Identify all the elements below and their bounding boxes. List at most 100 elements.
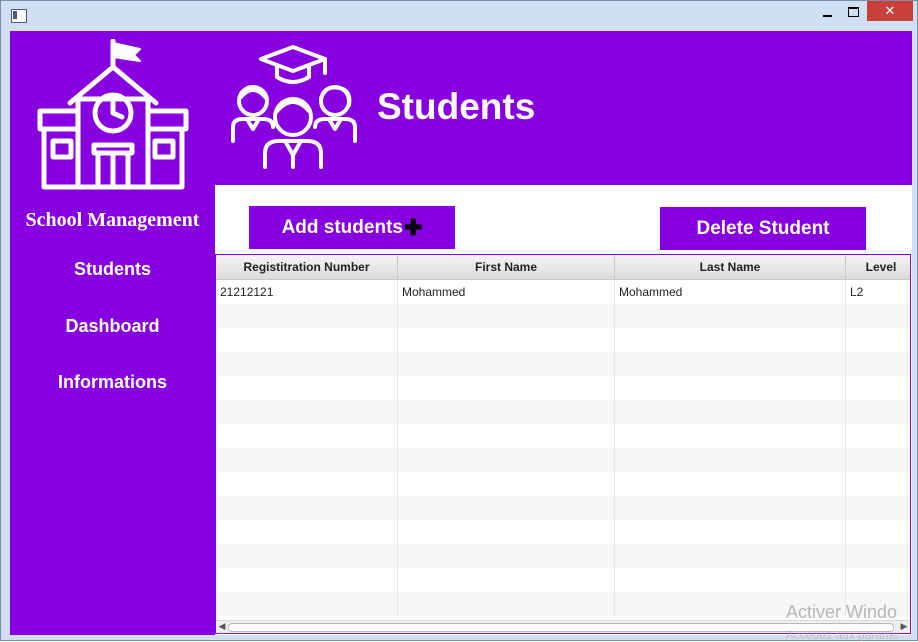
minimize-button[interactable]: [813, 1, 841, 23]
table-cell: [615, 352, 846, 376]
table-row-empty[interactable]: [216, 568, 910, 592]
table-cell: L2: [846, 280, 910, 304]
table-row-empty[interactable]: [216, 472, 910, 496]
header-banner: Students: [215, 31, 912, 185]
table-cell: [216, 496, 398, 520]
add-students-button[interactable]: Add students ✚: [249, 206, 455, 249]
table-cell: [216, 376, 398, 400]
sidebar: School Management Students Dashboard Inf…: [10, 31, 215, 635]
add-students-label: Add students: [281, 216, 403, 238]
table-row-empty[interactable]: [216, 376, 910, 400]
table-cell: [398, 328, 615, 352]
table-cell: [216, 400, 398, 424]
table-cell: [615, 376, 846, 400]
app-window: ✕ School Management Students Dashboard I…: [0, 0, 918, 641]
table-cell: [615, 520, 846, 544]
table-cell: [846, 424, 910, 448]
table-cell: [398, 352, 615, 376]
close-button[interactable]: ✕: [867, 1, 913, 21]
scroll-left-icon[interactable]: ◀: [216, 621, 228, 633]
students-table[interactable]: Registitration Number First Name Last Na…: [215, 254, 911, 634]
table-cell: [846, 448, 910, 472]
table-cell: 21212121: [216, 280, 398, 304]
table-header: Registitration Number First Name Last Na…: [216, 255, 910, 280]
table-row-empty[interactable]: [216, 496, 910, 520]
table-cell: [398, 568, 615, 592]
table-cell: [398, 448, 615, 472]
table-cell: [216, 592, 398, 616]
table-cell: [846, 568, 910, 592]
table-cell: [615, 448, 846, 472]
school-building-icon: [37, 39, 189, 190]
table-row-empty[interactable]: [216, 448, 910, 472]
table-row-empty[interactable]: [216, 304, 910, 328]
table-cell: [615, 424, 846, 448]
table-cell: [216, 424, 398, 448]
table-cell: [216, 352, 398, 376]
table-cell: [846, 520, 910, 544]
table-cell: [846, 376, 910, 400]
brand-title: School Management: [25, 209, 200, 231]
table-cell: [398, 496, 615, 520]
sidebar-item-students[interactable]: Students: [10, 259, 215, 280]
table-row[interactable]: 21212121 Mohammed Mohammed L2: [216, 280, 910, 304]
page-title: Students: [377, 86, 536, 127]
table-cell: [615, 472, 846, 496]
table-cell: [846, 304, 910, 328]
scroll-right-icon[interactable]: ▶: [898, 621, 910, 633]
table-row-empty[interactable]: [216, 328, 910, 352]
table-cell: [846, 544, 910, 568]
table-cell: [398, 592, 615, 616]
sidebar-item-informations[interactable]: Informations: [10, 372, 215, 393]
table-cell: [398, 376, 615, 400]
table-cell: [615, 328, 846, 352]
title-bar[interactable]: ✕: [1, 1, 917, 31]
app-icon: [11, 9, 27, 23]
close-icon: ✕: [884, 3, 896, 19]
table-cell: [615, 544, 846, 568]
client-area: School Management Students Dashboard Inf…: [10, 31, 912, 635]
table-cell: [216, 568, 398, 592]
table-cell: [615, 568, 846, 592]
table-row-empty[interactable]: [216, 352, 910, 376]
activation-watermark-sub: Accédez aux paramè: [786, 628, 899, 642]
table-cell: [615, 304, 846, 328]
table-row-empty[interactable]: [216, 544, 910, 568]
table-cell: [615, 496, 846, 520]
table-cell: [846, 496, 910, 520]
table-cell: [216, 544, 398, 568]
column-header-registration[interactable]: Registitration Number: [216, 255, 398, 279]
table-cell: [615, 400, 846, 424]
activation-watermark: Activer Windo: [786, 602, 898, 622]
table-cell: [398, 400, 615, 424]
table-cell: Mohammed: [398, 280, 615, 304]
maximize-button[interactable]: [839, 1, 867, 23]
plus-icon: ✚: [403, 214, 423, 240]
sidebar-item-dashboard[interactable]: Dashboard: [10, 316, 215, 337]
table-cell: [216, 328, 398, 352]
table-cell: [846, 472, 910, 496]
table-cell: [398, 520, 615, 544]
table-cell: [216, 304, 398, 328]
students-group-icon: [231, 45, 357, 169]
table-cell: Mohammed: [615, 280, 846, 304]
table-cell: [846, 400, 910, 424]
table-body: 21212121 Mohammed Mohammed L2: [216, 280, 910, 616]
table-row-empty[interactable]: [216, 424, 910, 448]
table-cell: [846, 328, 910, 352]
table-cell: [398, 304, 615, 328]
table-row-empty[interactable]: [216, 520, 910, 544]
column-header-first-name[interactable]: First Name: [398, 255, 615, 279]
table-cell: [398, 544, 615, 568]
column-header-last-name[interactable]: Last Name: [615, 255, 846, 279]
delete-student-button[interactable]: Delete Student: [660, 207, 866, 250]
table-row-empty[interactable]: [216, 400, 910, 424]
table-cell: [398, 472, 615, 496]
table-cell: [398, 424, 615, 448]
table-cell: [216, 472, 398, 496]
column-header-level[interactable]: Level: [846, 255, 910, 279]
maximize-icon: [847, 7, 859, 17]
table-cell: [216, 448, 398, 472]
table-cell: [216, 520, 398, 544]
minimize-icon: [822, 15, 832, 17]
